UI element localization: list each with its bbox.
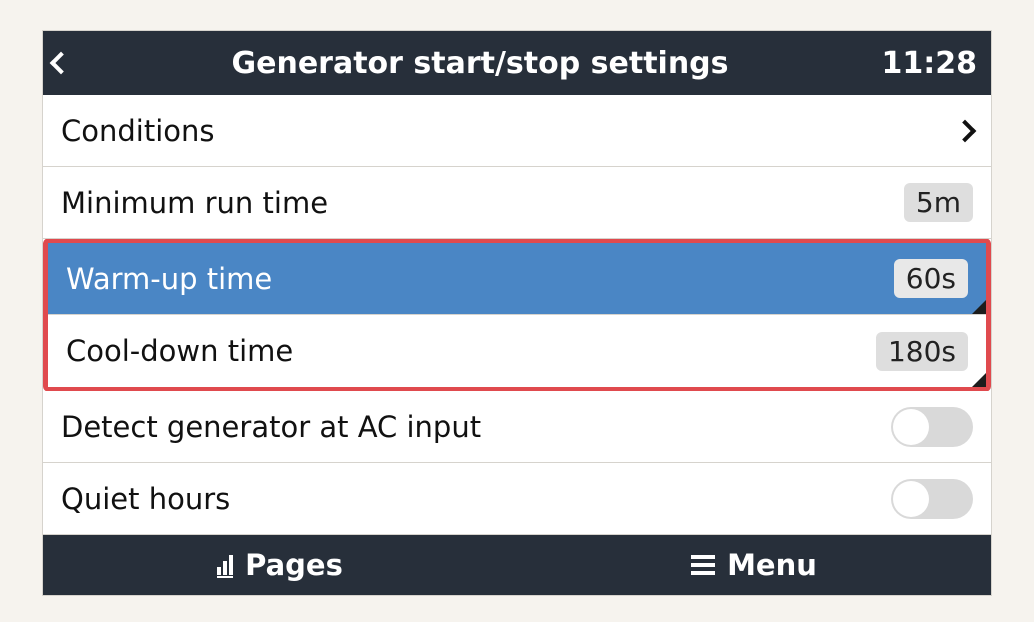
page-title: Generator start/stop settings [93,46,867,81]
row-label: Warm-up time [66,262,894,296]
settings-panel: Generator start/stop settings 11:28 Cond… [42,30,992,596]
row-label: Cool-down time [66,334,876,368]
back-button[interactable] [53,55,93,71]
chevron-left-icon [50,52,73,75]
toggle-switch[interactable] [891,479,973,519]
pages-button[interactable]: Pages [43,535,517,595]
value-chip[interactable]: 60s [894,259,968,298]
value-chip[interactable]: 5m [904,183,973,222]
row-quiet-hours[interactable]: Quiet hours [43,463,991,535]
spinner-indicator-icon [972,373,986,387]
row-warm-up-time[interactable]: Warm-up time 60s [48,243,986,315]
row-label: Detect generator at AC input [61,410,891,444]
spinner-indicator-icon [972,300,986,314]
row-label: Quiet hours [61,482,891,516]
pages-label: Pages [245,548,343,582]
chevron-right-icon [954,119,977,142]
row-minimum-run-time[interactable]: Minimum run time 5m [43,167,991,239]
row-label: Minimum run time [61,186,904,220]
row-detect-generator[interactable]: Detect generator at AC input [43,391,991,463]
value-chip[interactable]: 180s [876,332,968,371]
title-bar: Generator start/stop settings 11:28 [43,31,991,95]
row-cool-down-time[interactable]: Cool-down time 180s [48,315,986,387]
row-conditions[interactable]: Conditions [43,95,991,167]
toggle-knob [893,409,929,445]
clock: 11:28 [867,46,977,81]
menu-icon [691,555,715,575]
menu-label: Menu [727,548,817,582]
footer-bar: Pages Menu [43,535,991,595]
toggle-knob [893,481,929,517]
row-label: Conditions [61,114,957,148]
menu-button[interactable]: Menu [517,535,991,595]
bars-icon [217,555,233,575]
highlighted-rows: Warm-up time 60s Cool-down time 180s [43,238,991,392]
toggle-switch[interactable] [891,407,973,447]
